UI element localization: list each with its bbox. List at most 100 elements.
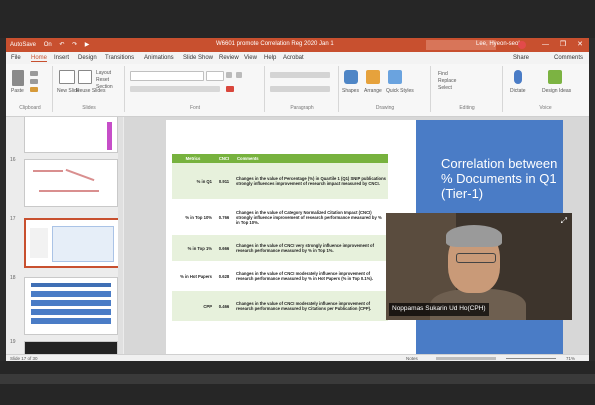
font-size-select[interactable]	[206, 71, 224, 81]
format-painter-icon[interactable]	[30, 87, 38, 92]
paragraph-group-label: Paragraph	[290, 105, 314, 111]
slide-thumbnails-panel: 16 17 18 19	[6, 117, 124, 354]
alignment-buttons[interactable]	[270, 86, 330, 92]
design-ideas-icon[interactable]	[548, 70, 562, 84]
table-row: % in Top 10% 0.766 Changes in the value …	[172, 199, 388, 235]
tab-design[interactable]: Design	[78, 55, 97, 61]
arrange-icon[interactable]	[366, 70, 380, 84]
quick-access-toolbar[interactable]: AutoSave On ↶ ↷ ▶	[10, 41, 95, 48]
cnci-cell: 0.766	[218, 214, 230, 220]
thumbnail-text-block	[30, 228, 48, 258]
participant-name-label: Noppamas Sukarin Ud Ho(CPH)	[389, 303, 489, 316]
slides-group: New Slide Reuse Slides Layout Reset Sect…	[54, 66, 125, 112]
thumbnail-line	[33, 170, 63, 172]
thumbnail-scrollbar[interactable]	[118, 117, 123, 354]
tab-animations[interactable]: Animations	[144, 55, 174, 61]
thumbnail-bar	[31, 309, 111, 315]
slide-thumbnail-current[interactable]	[24, 218, 120, 268]
design-ideas-label: Design Ideas	[542, 88, 572, 94]
clipboard-group-label: Clipboard	[19, 105, 41, 111]
table-row: % in Q1 0.911 Changes in the value of Pe…	[172, 163, 388, 199]
layout-button[interactable]: Layout	[96, 70, 111, 76]
editing-group: Find Replace Select Editing	[432, 66, 503, 112]
table-row: % in Hot Papers 0.628 Changes in the val…	[172, 261, 388, 291]
thumbnail-number: 17	[10, 216, 16, 222]
thumbnail-table	[52, 226, 114, 262]
paragraph-group: Paragraph	[266, 66, 339, 112]
window-controls: — ❒ ✕	[533, 40, 583, 48]
tab-view[interactable]: View	[244, 55, 257, 61]
increase-font-icon[interactable]	[226, 72, 232, 78]
tab-transitions[interactable]: Transitions	[105, 55, 134, 61]
table-row: CPP 0.466 Changes in the value of CNCI m…	[172, 291, 388, 321]
cnci-cell: 0.911	[214, 163, 234, 199]
start-slideshow-icon[interactable]: ▶	[85, 42, 90, 48]
reuse-slides-icon[interactable]	[78, 70, 92, 84]
redo-icon[interactable]: ↷	[72, 42, 77, 48]
expand-icon[interactable]: ⤢	[561, 216, 567, 226]
metric-cell: % in Q1	[172, 163, 214, 199]
editing-group-label: Editing	[459, 105, 475, 111]
metric-cell: % in Hot Papers	[180, 273, 212, 279]
cut-icon[interactable]	[30, 71, 38, 76]
thumbnail-bar	[31, 300, 111, 306]
tab-file[interactable]: File	[11, 55, 21, 61]
slide-thumbnail[interactable]	[24, 159, 118, 207]
slide-thumbnail[interactable]	[24, 341, 118, 354]
autosave-label[interactable]: AutoSave	[10, 42, 36, 48]
list-buttons[interactable]	[270, 72, 330, 78]
restore-icon[interactable]: ❒	[560, 41, 566, 48]
section-button[interactable]: Section	[96, 84, 113, 90]
ribbon-tabs: File Home Insert Design Transitions Anim…	[6, 52, 589, 64]
slide-thumbnail[interactable]	[24, 277, 118, 335]
comment-cell: Changes in the value of CNCI moderately …	[236, 271, 373, 281]
view-buttons[interactable]	[436, 357, 496, 360]
font-format-buttons[interactable]	[130, 86, 220, 92]
share-button[interactable]: Share	[513, 55, 529, 61]
drawing-group-label: Drawing	[375, 105, 395, 111]
comment-cell: Changes in the value of Category Normali…	[236, 209, 382, 225]
tab-home[interactable]: Home	[31, 55, 48, 62]
tab-acrobat[interactable]: Acrobat	[283, 55, 304, 61]
microphone-icon[interactable]	[514, 70, 522, 84]
replace-button[interactable]: Replace	[438, 78, 456, 84]
thumbnail-number: 18	[10, 275, 16, 281]
arrange-label: Arrange	[364, 88, 382, 94]
select-button[interactable]: Select	[438, 85, 452, 91]
thumbnail-line	[39, 190, 99, 192]
video-call-overlay[interactable]: ⤢ Noppamas Sukarin Ud Ho(CPH)	[386, 213, 572, 320]
tab-help[interactable]: Help	[264, 55, 276, 61]
undo-icon[interactable]: ↶	[59, 42, 64, 48]
paste-icon[interactable]	[12, 70, 24, 86]
quick-styles-label: Quick Styles	[386, 88, 414, 94]
tab-insert[interactable]: Insert	[54, 55, 69, 61]
copy-icon[interactable]	[30, 79, 38, 84]
find-button[interactable]: Find	[438, 71, 448, 77]
slide-thumbnail[interactable]	[24, 117, 118, 153]
tab-slide-show[interactable]: Slide Show	[183, 55, 213, 61]
header-cnci: CNCI	[214, 154, 234, 163]
font-name-select[interactable]	[130, 71, 204, 81]
zoom-slider[interactable]	[506, 358, 556, 359]
cnci-cell: 0.628	[218, 273, 230, 279]
thumbnail-number: 19	[10, 339, 16, 345]
shapes-icon[interactable]	[344, 70, 358, 84]
new-slide-icon[interactable]	[59, 70, 75, 84]
header-metrics: Metrics	[172, 154, 214, 163]
ribbon: Paste Clipboard New Slide Reuse Slides L…	[6, 64, 589, 117]
correlation-table: Metrics CNCI Comments % in Q1 0.911 Chan…	[172, 154, 388, 321]
user-avatar[interactable]	[518, 41, 526, 49]
close-icon[interactable]: ✕	[577, 41, 583, 48]
minimize-icon[interactable]: —	[542, 41, 549, 48]
tab-review[interactable]: Review	[219, 55, 239, 61]
status-bar: Slide 17 of 30 Notes 71%	[6, 354, 589, 361]
decrease-font-icon[interactable]	[236, 72, 242, 78]
comments-button[interactable]: Comments	[554, 55, 583, 61]
title-bar: AutoSave On ↶ ↷ ▶ W6601 promote Correlat…	[6, 38, 589, 52]
autosave-toggle[interactable]: On	[44, 42, 52, 48]
user-name[interactable]: Lee, Hyeon-seok	[476, 41, 521, 47]
reset-button[interactable]: Reset	[96, 77, 109, 83]
slides-group-label: Slides	[82, 105, 96, 111]
font-color-icon[interactable]	[226, 86, 234, 92]
quick-styles-icon[interactable]	[388, 70, 402, 84]
